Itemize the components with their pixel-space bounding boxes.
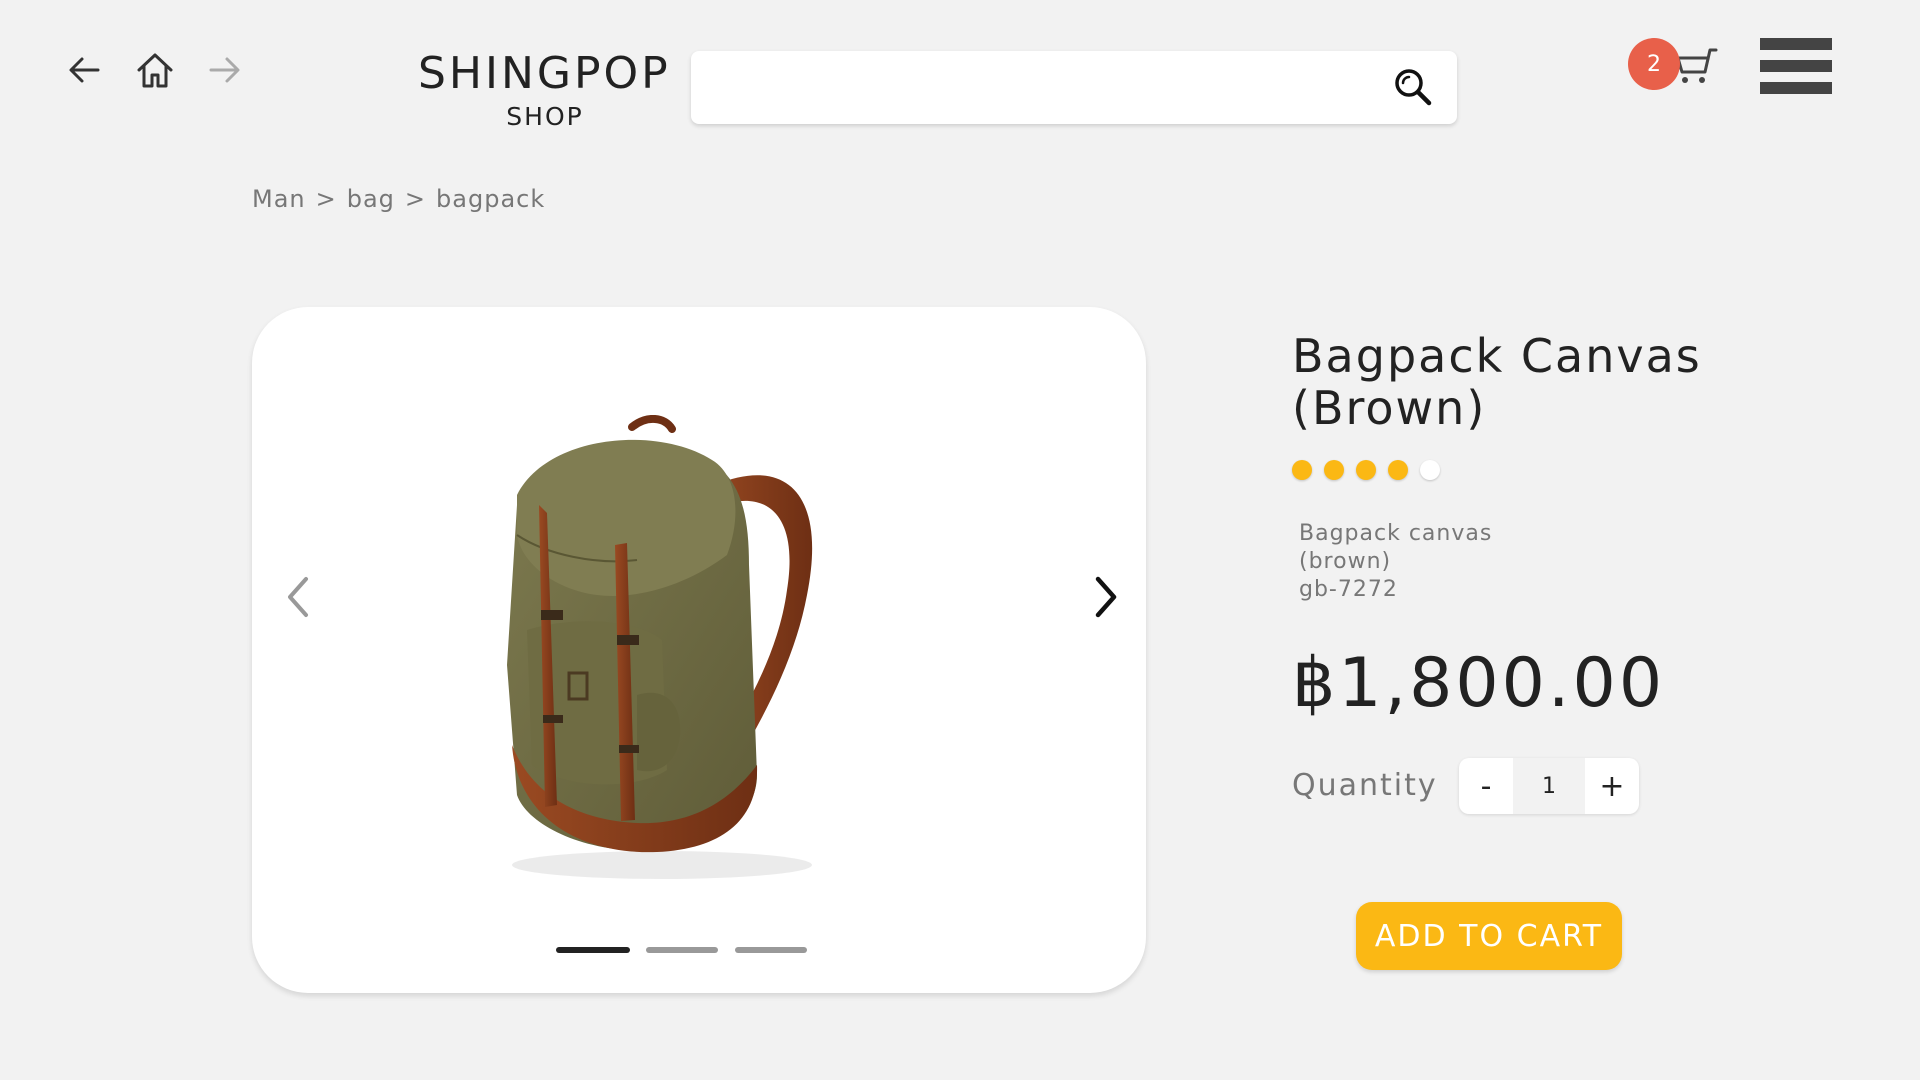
rating-dot-filled — [1292, 460, 1312, 480]
quantity-label: Quantity — [1292, 768, 1438, 803]
rating-dot-filled — [1324, 460, 1344, 480]
cart-count-badge: 2 — [1628, 38, 1680, 90]
chevron-left-icon[interactable] — [274, 565, 322, 629]
home-icon — [137, 53, 173, 88]
logo-subtitle: SHOP — [506, 102, 584, 131]
slide-indicator-1[interactable] — [556, 947, 630, 953]
breadcrumb-item-bagpack[interactable]: bagpack — [436, 185, 545, 213]
add-to-cart-button[interactable]: ADD TO CART — [1356, 902, 1622, 970]
breadcrumb-item-bag[interactable]: bag — [347, 185, 395, 213]
menu-line — [1760, 38, 1832, 50]
menu-line — [1760, 60, 1832, 72]
product-price: ฿1,800.00 — [1292, 644, 1666, 723]
product-description: Bagpack canvas (brown) gb-7272 — [1299, 520, 1492, 604]
arrow-left-icon — [69, 57, 100, 83]
rating-dot-empty — [1420, 460, 1440, 480]
rating-stars — [1292, 460, 1440, 480]
product-sku: gb-7272 — [1299, 577, 1398, 602]
search-icon[interactable] — [1391, 65, 1435, 109]
description-line1: Bagpack canvas — [1299, 521, 1493, 546]
arrow-right-icon — [209, 57, 240, 83]
breadcrumb: Man > bag > bagpack — [252, 185, 545, 213]
forward-button[interactable] — [199, 44, 251, 96]
product-gallery — [252, 307, 1146, 993]
chevron-right-icon[interactable] — [1082, 565, 1130, 629]
home-button[interactable] — [129, 44, 181, 96]
product-title-line1: Bagpack Canvas — [1292, 329, 1702, 383]
description-line2: (brown) — [1299, 549, 1392, 574]
slide-indicator-3[interactable] — [735, 947, 807, 953]
breadcrumb-item-man[interactable]: Man — [252, 185, 306, 213]
cart-button[interactable]: 2 — [1628, 38, 1724, 98]
rating-dot-filled — [1388, 460, 1408, 480]
menu-line — [1760, 82, 1832, 94]
breadcrumb-separator: > — [404, 185, 427, 213]
search-bar — [691, 51, 1457, 124]
product-title-line2: (Brown) — [1292, 381, 1487, 435]
rating-dot-filled — [1356, 460, 1376, 480]
product-title: Bagpack Canvas (Brown) — [1292, 330, 1812, 434]
quantity-value[interactable]: 1 — [1513, 758, 1585, 814]
back-button[interactable] — [58, 44, 110, 96]
search-input[interactable] — [707, 61, 1367, 113]
quantity-decrease-button[interactable]: - — [1459, 758, 1513, 814]
quantity-stepper: - 1 + — [1459, 758, 1639, 814]
logo-title[interactable]: SHINGPOP — [418, 48, 668, 99]
slide-indicator-2[interactable] — [646, 947, 718, 953]
breadcrumb-separator: > — [315, 185, 337, 213]
product-image — [507, 415, 813, 879]
hamburger-menu-icon[interactable] — [1760, 38, 1832, 94]
quantity-increase-button[interactable]: + — [1585, 758, 1639, 814]
